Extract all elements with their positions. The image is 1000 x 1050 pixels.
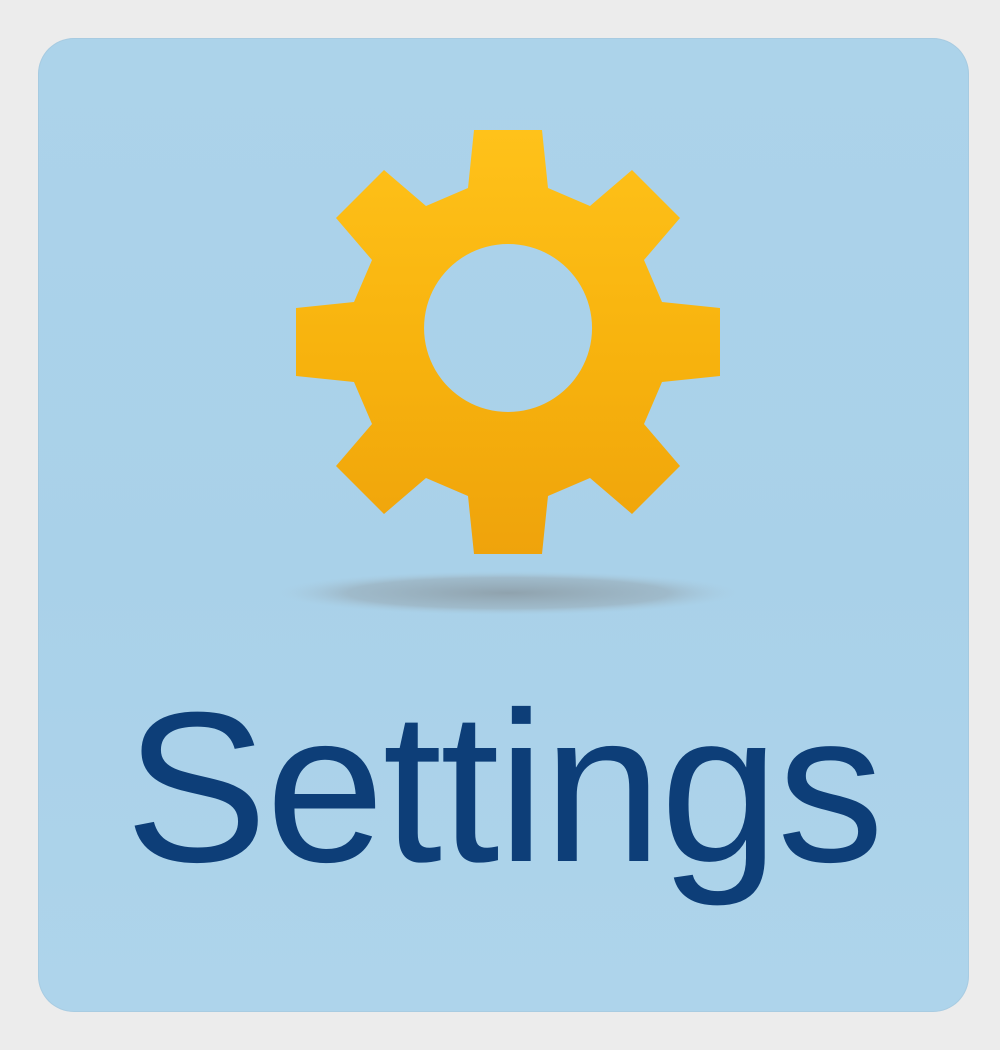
settings-label: Settings [124,668,884,907]
settings-tile-button[interactable]: Settings [38,38,969,1012]
gear-icon [278,78,738,638]
